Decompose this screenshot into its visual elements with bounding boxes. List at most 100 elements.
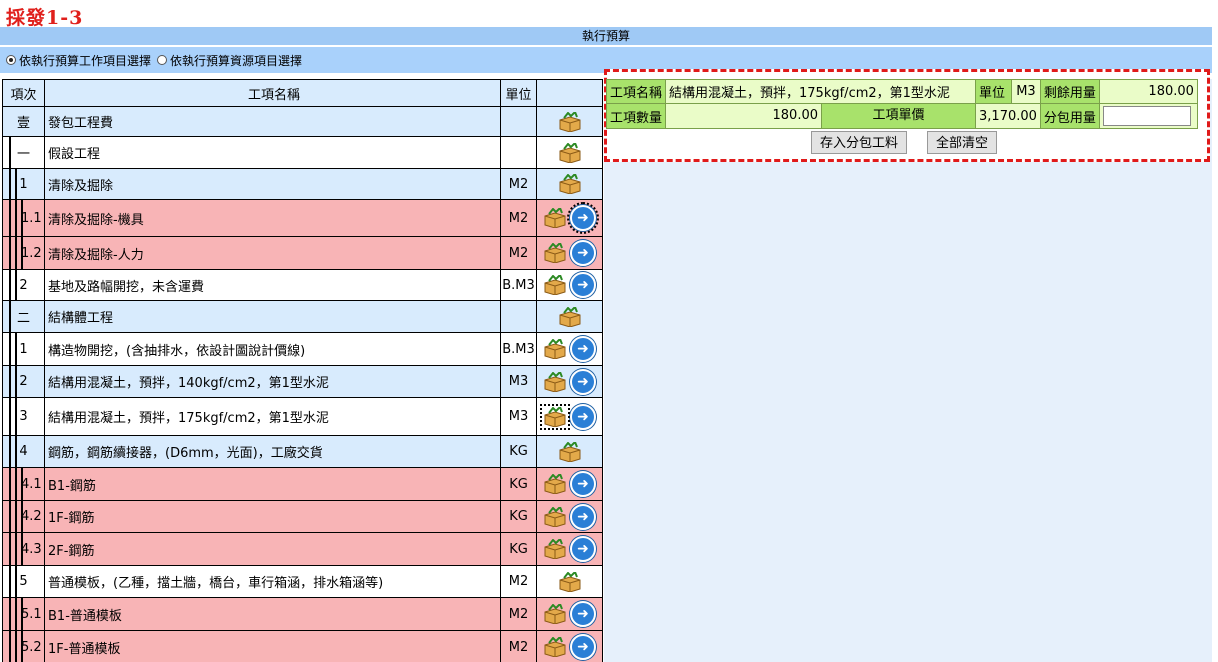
row-actions: ➜ <box>536 236 603 270</box>
table-row: 5 普通模板，(乙種，擋土牆，橋台，車行箱涵，排水箱涵等) M2 <box>2 565 603 598</box>
row-item-name: 普通模板，(乙種，擋土牆，橋台，車行箱涵，排水箱涵等) <box>44 565 501 598</box>
arrow-right-icon[interactable]: ➜ <box>570 240 596 266</box>
arrow-right-icon[interactable]: ➜ <box>570 536 596 562</box>
row-number-text: 壹 <box>16 116 30 131</box>
materials-box-icon[interactable] <box>558 109 582 133</box>
row-actions: ➜ <box>536 365 603 398</box>
radio-resource-item[interactable]: 依執行預算資源項目選擇 <box>157 52 302 69</box>
subcontract-qty-cell <box>1098 103 1198 129</box>
save-subcontract-button[interactable]: 存入分包工料 <box>811 131 908 154</box>
table-row: 1.1 清除及掘除-機具 M2 ➜ <box>2 199 603 237</box>
materials-box-icon[interactable] <box>540 403 570 430</box>
form-buttons: 存入分包工料 全部清空 <box>811 131 998 154</box>
row-number: 4 <box>2 435 45 468</box>
tree-indent-line <box>9 436 11 467</box>
row-number: 1 <box>2 168 45 200</box>
tree-indent-line <box>15 533 17 565</box>
row-actions: ➜ <box>536 532 603 566</box>
materials-box-icon[interactable] <box>543 472 567 495</box>
materials-box-icon[interactable] <box>543 273 567 296</box>
table-row: 4.3 2F-鋼筋 KG ➜ <box>2 532 603 566</box>
row-actions <box>536 435 603 468</box>
arrow-right-icon[interactable]: ➜ <box>570 601 596 627</box>
subcontract-qty-input[interactable] <box>1102 106 1191 126</box>
row-number: 1.2 <box>2 236 45 270</box>
arrow-right-icon[interactable]: ➜ <box>570 368 596 395</box>
materials-box-icon[interactable] <box>543 369 567 393</box>
row-unit: B.M3 <box>500 269 537 301</box>
table-row: 4 鋼筋，鋼筋續接器，(D6mm，光面)，工廠交貨 KG <box>2 435 603 468</box>
row-actions: ➜ <box>536 269 603 301</box>
arrow-right-icon[interactable]: ➜ <box>570 634 596 660</box>
row-item-name: 2F-鋼筋 <box>44 532 501 566</box>
tree-indent-line <box>15 333 17 365</box>
tree-indent-line <box>15 631 17 662</box>
materials-box-icon[interactable] <box>558 172 582 195</box>
form-row-2: 工項數量 180.00 工項單價 3,170.00 分包用量 <box>605 103 1198 129</box>
row-number: 5 <box>2 565 45 598</box>
row-item-name: 結構體工程 <box>44 300 501 333</box>
clear-all-button[interactable]: 全部清空 <box>927 131 998 154</box>
materials-box-icon[interactable] <box>543 337 567 360</box>
row-number: 2 <box>2 269 45 301</box>
materials-box-icon[interactable] <box>558 140 582 164</box>
table-row: 4.2 1F-鋼筋 KG ➜ <box>2 500 603 533</box>
tree-indent-line <box>15 366 17 397</box>
table-header-row: 項次 工項名稱 單位 <box>2 79 603 107</box>
tree-indent-line <box>9 598 11 630</box>
row-item-name: 結構用混凝土，預拌，140kgf/cm2，第1型水泥 <box>44 365 501 398</box>
arrow-right-icon[interactable]: ➜ <box>567 202 599 234</box>
tree-indent-line <box>9 333 11 365</box>
item-table-panel: 項次 工項名稱 單位 壹發包工程費一假設工程 1 清除及掘除 M2 1.1 清除及掘除-機… <box>2 79 604 662</box>
tree-indent-line <box>21 631 23 662</box>
row-unit: M3 <box>500 397 537 436</box>
item-table: 項次 工項名稱 單位 壹發包工程費一假設工程 1 清除及掘除 M2 1.1 清除及掘除-機… <box>2 79 603 662</box>
row-unit <box>500 300 537 333</box>
materials-box-icon[interactable] <box>558 569 582 593</box>
row-actions <box>536 168 603 200</box>
row-number: 1 <box>2 332 45 366</box>
arrow-right-icon[interactable]: ➜ <box>570 471 596 497</box>
row-actions: ➜ <box>536 397 603 436</box>
row-number: 4.1 <box>2 467 45 501</box>
tree-indent-line <box>21 533 23 565</box>
arrow-right-icon[interactable]: ➜ <box>570 336 596 362</box>
materials-box-icon[interactable] <box>543 206 567 229</box>
row-unit: M2 <box>500 630 537 662</box>
arrow-right-icon[interactable]: ➜ <box>570 272 596 298</box>
materials-box-icon[interactable] <box>543 241 567 264</box>
tree-indent-line <box>21 468 23 500</box>
radio-dot-unselected[interactable] <box>157 55 168 65</box>
row-actions: ➜ <box>536 467 603 501</box>
arrow-right-icon[interactable]: ➜ <box>570 503 596 530</box>
row-unit: B.M3 <box>500 332 537 366</box>
materials-box-icon[interactable] <box>558 304 582 328</box>
tree-indent-line <box>15 398 17 435</box>
row-item-name: 清除及掘除 <box>44 168 501 200</box>
radio-work-item[interactable]: 依執行預算工作項目選擇 <box>6 52 151 69</box>
header-no: 項次 <box>2 79 45 107</box>
item-name-label: 工項名稱 <box>605 79 667 104</box>
tree-indent-line <box>9 468 11 500</box>
materials-box-icon[interactable] <box>543 537 567 560</box>
row-unit: KG <box>500 532 537 566</box>
table-row: 1 構造物開挖，(含抽排水，依設計圖說計價線) B.M3 ➜ <box>2 332 603 366</box>
materials-box-icon[interactable] <box>543 504 567 528</box>
tree-indent-line <box>15 598 17 630</box>
tree-indent-line <box>9 533 11 565</box>
tree-indent-line <box>21 598 23 630</box>
table-row: 一假設工程 <box>2 136 603 169</box>
materials-box-icon[interactable] <box>543 635 567 658</box>
materials-box-icon[interactable] <box>543 602 567 625</box>
remaining-qty-label: 剩餘用量 <box>1039 79 1100 104</box>
tree-indent-line <box>15 200 17 236</box>
tree-indent-line <box>15 468 17 500</box>
row-actions <box>536 136 603 169</box>
subcontract-qty-label: 分包用量 <box>1039 103 1100 129</box>
row-item-name: 清除及掘除-人力 <box>44 236 501 270</box>
arrow-right-icon[interactable]: ➜ <box>570 403 596 430</box>
row-number: 4.3 <box>2 532 45 566</box>
radio-dot-selected[interactable] <box>6 55 16 65</box>
row-actions <box>536 300 603 333</box>
materials-box-icon[interactable] <box>558 439 582 463</box>
